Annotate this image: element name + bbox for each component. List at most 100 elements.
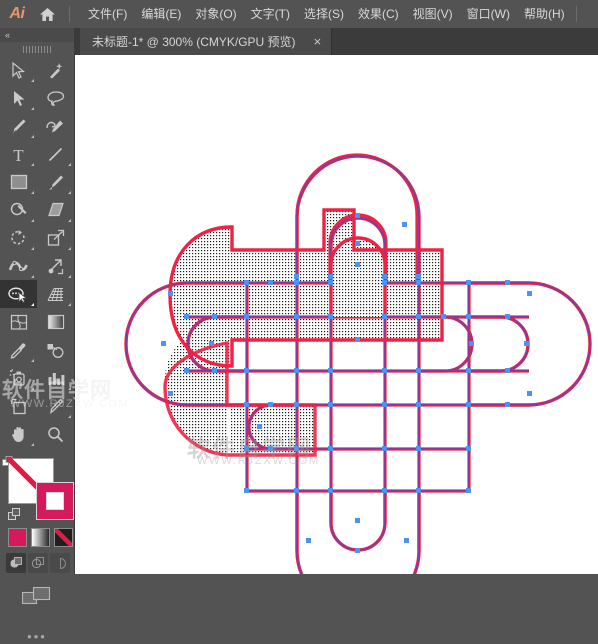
- rotate-tool[interactable]: [0, 224, 37, 252]
- zoom-tool[interactable]: [37, 420, 74, 448]
- stroke-swatch[interactable]: [36, 482, 74, 520]
- paintbrush-tool-icon: [49, 175, 63, 190]
- arrange-panels-button[interactable]: [0, 573, 74, 609]
- tool-flyout-indicator: [68, 387, 71, 390]
- tool-flyout-indicator: [31, 191, 34, 194]
- slice-tool[interactable]: [37, 392, 74, 420]
- tools-panel: « T •••: [0, 28, 75, 644]
- toolbar-collapse-button[interactable]: «: [0, 28, 74, 42]
- menu-bar: Ai 文件(F) 编辑(E) 对象(O) 文字(T) 选择(S) 效果(C) 视…: [0, 0, 598, 28]
- eyedropper-tool[interactable]: [0, 336, 37, 364]
- menu-effect[interactable]: 效果(C): [351, 0, 406, 28]
- eyedropper-tool-icon: [10, 342, 26, 359]
- menu-help[interactable]: 帮助(H): [517, 0, 572, 28]
- pen-tool[interactable]: [0, 112, 37, 140]
- width-tool[interactable]: [0, 252, 37, 280]
- tool-flyout-indicator: [31, 107, 34, 110]
- document-tab-bar: 未标题-1* @ 300% (CMYK/GPU 预览) ×: [75, 28, 598, 55]
- menu-list: 文件(F) 编辑(E) 对象(O) 文字(T) 选择(S) 效果(C) 视图(V…: [81, 0, 572, 28]
- menu-edit[interactable]: 编辑(E): [134, 0, 188, 28]
- blend-tool-icon: [47, 343, 64, 358]
- slice-tool-icon: [50, 398, 64, 414]
- line-segment-tool-icon: [48, 147, 63, 161]
- tool-flyout-indicator: [31, 163, 34, 166]
- gradient-tool-icon: [47, 314, 64, 330]
- tool-flyout-indicator: [31, 303, 34, 306]
- eraser-tool-icon: [47, 202, 64, 217]
- tool-flyout-indicator: [68, 219, 71, 222]
- toolbar-drag-handle[interactable]: [0, 42, 74, 56]
- line-segment-tool[interactable]: [37, 140, 74, 168]
- mesh-tool[interactable]: [0, 308, 37, 336]
- symbol-sprayer-tool[interactable]: [0, 364, 37, 392]
- zoom-tool-icon: [48, 426, 64, 442]
- document-canvas[interactable]: 软件自学网 WWW.RJZXW.COM: [75, 55, 598, 574]
- hand-tool[interactable]: [0, 420, 37, 448]
- home-button[interactable]: [30, 0, 64, 28]
- perspective-grid-tool-icon: [47, 287, 63, 301]
- fill-mode-color[interactable]: [8, 528, 27, 547]
- menu-type[interactable]: 文字(T): [244, 0, 297, 28]
- screen-mode-normal[interactable]: [6, 553, 26, 573]
- document-tab-title: 未标题-1* @ 300% (CMYK/GPU 预览): [92, 35, 296, 49]
- stipple-fill-regions: [164, 210, 442, 455]
- arrange-panels-icon: [22, 587, 51, 605]
- menu-select[interactable]: 选择(S): [297, 0, 351, 28]
- lasso-tool[interactable]: [37, 84, 74, 112]
- menu-window[interactable]: 窗口(W): [460, 0, 517, 28]
- free-transform-tool[interactable]: [37, 252, 74, 280]
- fill-mode-row: [0, 524, 74, 547]
- menu-view[interactable]: 视图(V): [406, 0, 460, 28]
- rotate-tool-icon: [11, 229, 25, 244]
- menu-file[interactable]: 文件(F): [81, 0, 134, 28]
- tool-flyout-indicator: [31, 79, 34, 82]
- column-graph-tool[interactable]: [37, 364, 74, 392]
- celtic-knot-artwork[interactable]: [75, 55, 598, 574]
- pen-tool-icon: [13, 119, 26, 133]
- document-tab[interactable]: 未标题-1* @ 300% (CMYK/GPU 预览) ×: [80, 28, 333, 55]
- scale-tool[interactable]: [37, 224, 74, 252]
- toolbar-more-button[interactable]: •••: [0, 609, 74, 644]
- curvature-tool[interactable]: [37, 112, 74, 140]
- menu-object[interactable]: 对象(O): [188, 0, 243, 28]
- type-tool[interactable]: T: [0, 140, 37, 168]
- width-tool-icon: [9, 260, 28, 271]
- artboard-tool[interactable]: [0, 392, 37, 420]
- rectangle-tool[interactable]: [0, 168, 37, 196]
- fill-mode-gradient[interactable]: [31, 528, 50, 547]
- swap-fill-stroke-icon[interactable]: [8, 508, 21, 526]
- blend-tool[interactable]: [37, 336, 74, 364]
- gradient-tool[interactable]: [37, 308, 74, 336]
- tool-flyout-indicator: [31, 247, 34, 250]
- tool-flyout-indicator: [31, 275, 34, 278]
- screen-full-icon: [59, 557, 66, 569]
- magic-wand-tool-icon: [50, 62, 63, 78]
- bottom-inner-u-red: [331, 449, 385, 518]
- screen-mode-row: [0, 547, 74, 573]
- free-transform-tool-icon: [48, 258, 64, 274]
- tool-flyout-indicator: [31, 219, 34, 222]
- tool-flyout-indicator: [68, 415, 71, 418]
- rectangle-tool-icon: [10, 174, 27, 190]
- close-icon[interactable]: ×: [310, 33, 326, 50]
- tool-flyout-indicator: [68, 303, 71, 306]
- shaper-tool[interactable]: [0, 196, 37, 224]
- column-graph-tool-icon: [48, 372, 64, 385]
- screen-mode-full[interactable]: [50, 553, 70, 573]
- shape-builder-tool[interactable]: [0, 280, 37, 308]
- tool-flyout-indicator: [31, 443, 34, 446]
- selection-tool[interactable]: [0, 56, 37, 84]
- paintbrush-tool[interactable]: [37, 168, 74, 196]
- fill-mode-none[interactable]: [54, 528, 73, 547]
- eraser-tool[interactable]: [37, 196, 74, 224]
- screen-normal-icon: [10, 556, 22, 567]
- scale-tool-icon: [47, 229, 64, 246]
- magic-wand-tool[interactable]: [37, 56, 74, 84]
- screen-mode-fullmenu[interactable]: [28, 553, 48, 573]
- direct-selection-tool[interactable]: [0, 84, 37, 112]
- perspective-grid-tool[interactable]: [37, 280, 74, 308]
- tool-flyout-indicator: [68, 247, 71, 250]
- lasso-tool-icon: [46, 90, 64, 106]
- menubar-divider: [69, 6, 70, 22]
- shape-builder-tool-icon: [8, 286, 28, 303]
